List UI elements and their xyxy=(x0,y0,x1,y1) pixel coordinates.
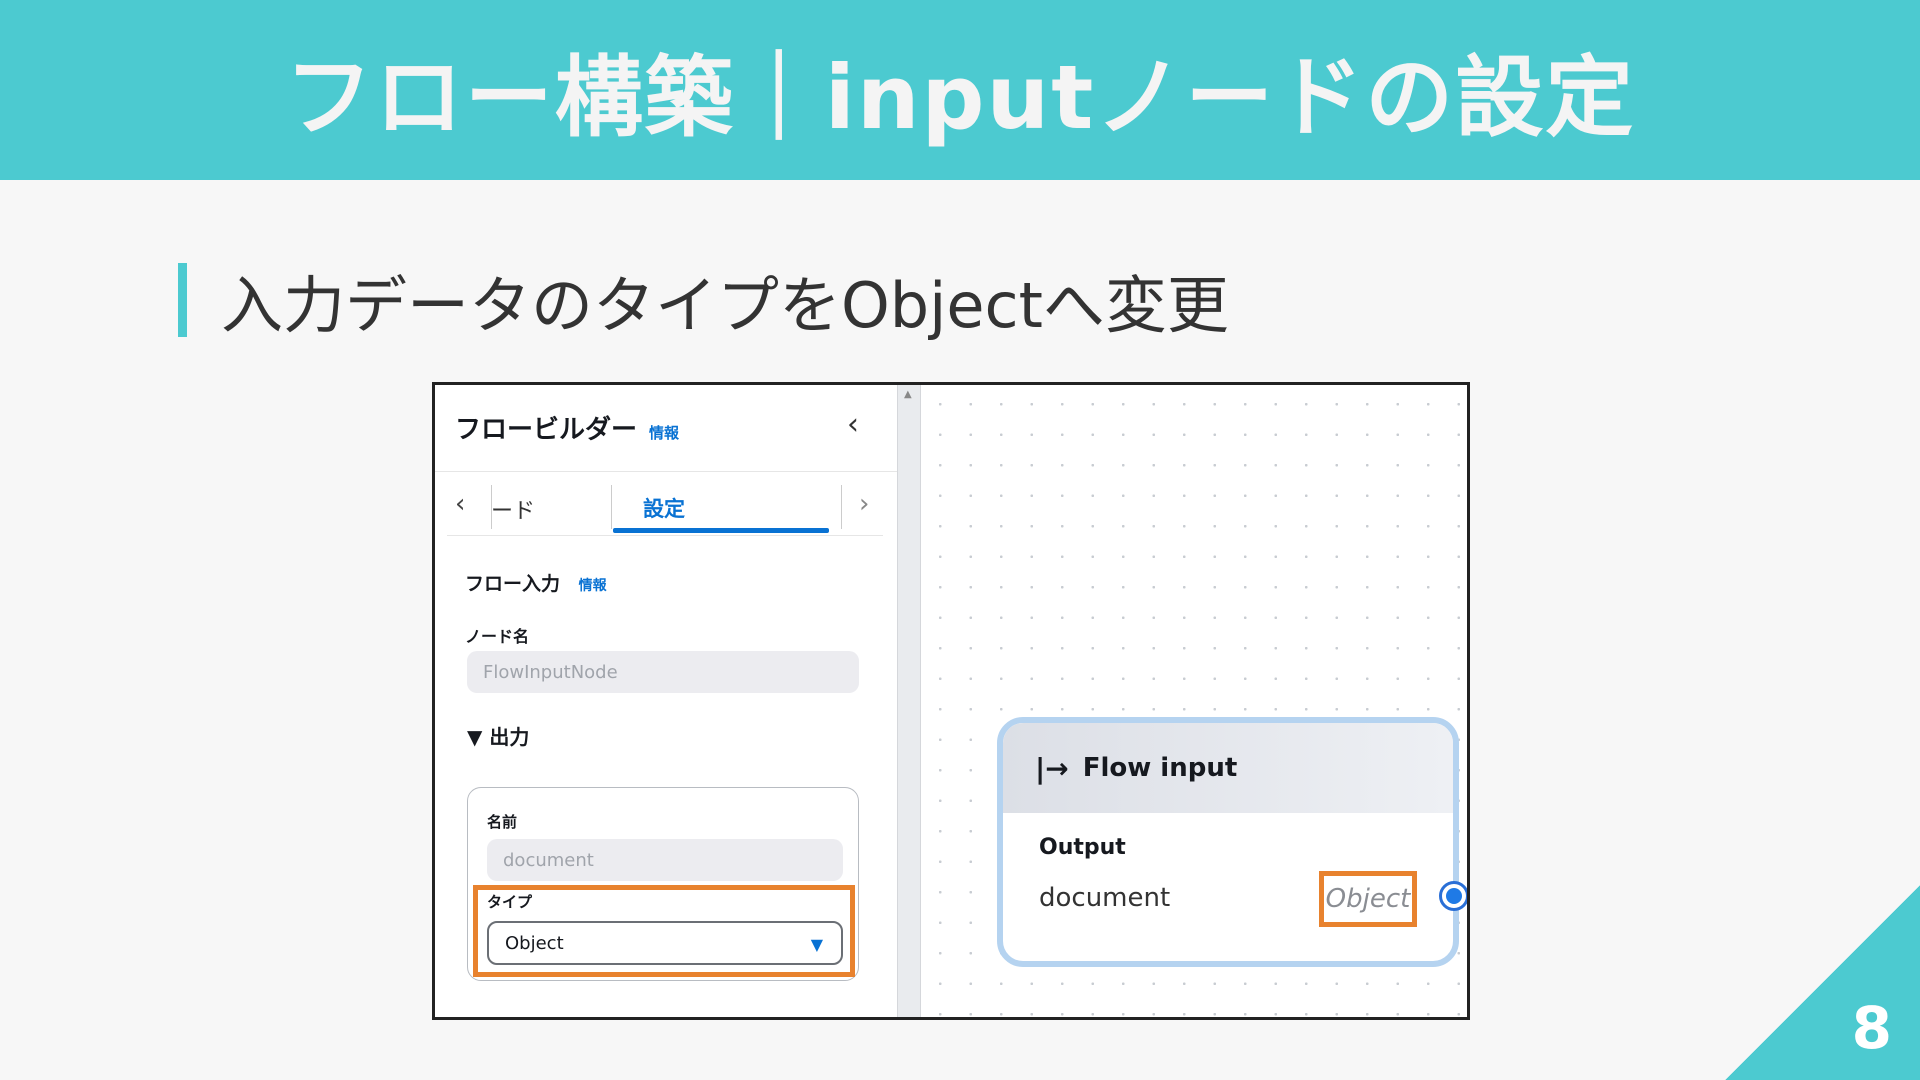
tab-settings[interactable]: 設定 xyxy=(643,493,685,523)
section-info-link[interactable]: 情報 xyxy=(579,578,607,594)
collapse-chevron-left-icon[interactable]: ‹ xyxy=(847,407,859,442)
tab-prev-chevron-icon[interactable]: ‹ xyxy=(455,489,465,519)
flow-canvas[interactable]: |→ Flow input Output document Object xyxy=(921,385,1467,1017)
node-output-var-type: Object xyxy=(1319,871,1417,927)
flow-input-arrow-icon: |→ xyxy=(1035,751,1069,785)
tab-active-indicator xyxy=(613,528,829,533)
slide-header: フロー構築｜inputノードの設定 xyxy=(0,0,1920,180)
slide-subtitle: 入力データのタイプをObjectへ変更 xyxy=(178,262,1229,342)
node-name-label: ノード名 xyxy=(465,627,530,646)
output-port-handle[interactable] xyxy=(1439,881,1467,911)
screenshot-frame: フロービルダー 情報 ‹ ‹ ード 設定 › フロー入力 情報 ノード名 Flo… xyxy=(432,382,1470,1020)
node-output-var-name: document xyxy=(1039,883,1171,913)
tab-separator xyxy=(611,485,612,529)
scroll-up-arrow-icon[interactable]: ▲ xyxy=(904,389,912,400)
flow-builder-panel: フロービルダー 情報 ‹ ‹ ード 設定 › フロー入力 情報 ノード名 Flo… xyxy=(435,385,897,1017)
node-title: Flow input xyxy=(1082,753,1238,783)
flow-input-node[interactable]: |→ Flow input Output document Object xyxy=(997,717,1459,967)
node-output-label: Output xyxy=(1039,835,1126,860)
panel-scrollbar[interactable]: ▲ xyxy=(897,385,921,1017)
node-header: |→ Flow input xyxy=(1003,723,1453,813)
highlight-box-type-select xyxy=(473,885,855,977)
page-number: 8 xyxy=(1851,994,1892,1062)
output-name-input[interactable]: document xyxy=(487,839,843,881)
tab-separator xyxy=(841,485,842,529)
output-section-toggle[interactable]: ▼ 出力 xyxy=(467,721,529,750)
panel-info-link[interactable]: 情報 xyxy=(649,422,679,443)
subtitle-text: 入力データのタイプをObjectへ変更 xyxy=(221,269,1229,342)
tabs-divider xyxy=(447,535,883,536)
tab-separator xyxy=(491,485,492,529)
subtitle-accent-bar xyxy=(178,263,187,337)
slide-title: フロー構築｜inputノードの設定 xyxy=(284,45,1636,149)
panel-header: フロービルダー 情報 xyxy=(455,409,679,446)
section-title-text: フロー入力 xyxy=(465,573,561,595)
header-divider xyxy=(435,471,897,472)
panel-tabs: ‹ ード 設定 › xyxy=(447,485,883,533)
section-title: フロー入力 情報 xyxy=(465,569,607,596)
port-dot xyxy=(1446,888,1462,904)
node-name-input[interactable]: FlowInputNode xyxy=(467,651,859,693)
tab-nodes[interactable]: ード xyxy=(491,493,535,525)
tab-next-chevron-icon[interactable]: › xyxy=(859,489,869,519)
panel-title: フロービルダー xyxy=(455,415,638,445)
output-name-label: 名前 xyxy=(487,813,518,831)
